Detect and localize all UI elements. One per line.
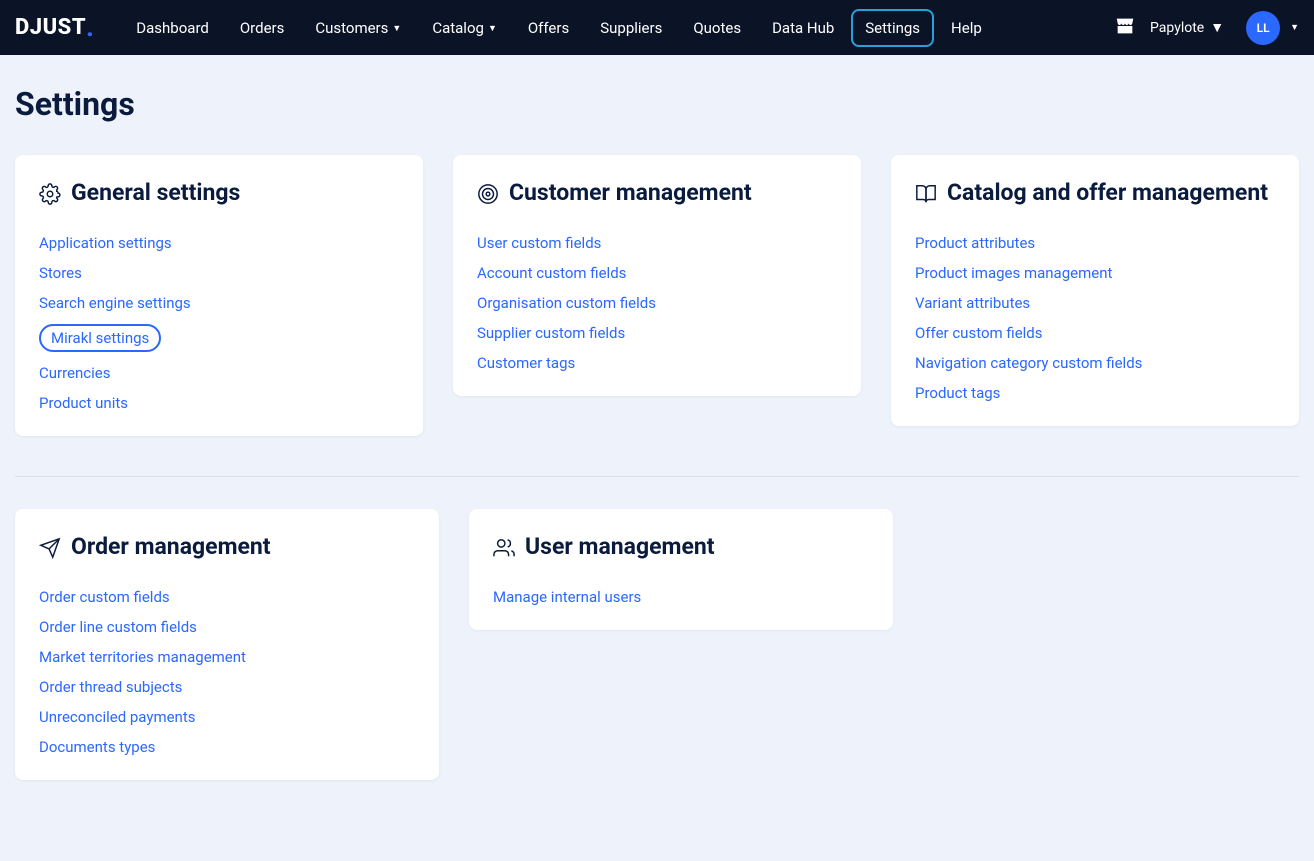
chevron-down-icon: ▼ [392,23,401,34]
settings-link-order-custom-fields[interactable]: Order custom fields [39,588,170,606]
nav-label: Catalog [432,19,484,37]
card-links: Manage internal users [493,588,869,606]
settings-link-market-territories-management[interactable]: Market territories management [39,648,246,666]
card-title: User management [525,533,715,562]
settings-card-customer-management: Customer management User custom fields Acc… [453,155,861,396]
nav-label: Offers [528,19,569,37]
card-title: General settings [71,179,240,208]
settings-link-search-engine-settings[interactable]: Search engine settings [39,294,191,312]
card-header: Catalog and offer management [915,179,1275,208]
settings-link-offer-custom-fields[interactable]: Offer custom fields [915,324,1043,342]
logo[interactable]: DJUST. [15,13,94,43]
settings-link-product-images-management[interactable]: Product images management [915,264,1112,282]
settings-link-supplier-custom-fields[interactable]: Supplier custom fields [477,324,625,342]
chevron-down-icon: ▼ [488,23,497,34]
nav-help[interactable]: Help [937,9,996,47]
gear-icon [39,183,61,205]
settings-link-unreconciled-payments[interactable]: Unreconciled payments [39,708,196,726]
company-name: Papylote [1150,20,1204,36]
settings-link-stores[interactable]: Stores [39,264,82,282]
logo-text: DJUST [15,15,86,40]
settings-link-product-units[interactable]: Product units [39,394,128,412]
nav-customers[interactable]: Customers ▼ [301,9,415,47]
card-links: User custom fields Account custom fields O… [477,234,837,372]
nav-label: Customers [315,19,388,37]
nav-offers[interactable]: Offers [514,9,583,47]
top-nav: DJUST. Dashboard Orders Customers ▼ Catalog ▼… [0,0,1314,55]
settings-link-product-attributes[interactable]: Product attributes [915,234,1035,252]
settings-card-order-management: Order managementOrder custom fieldsOrder… [15,509,439,780]
nav-label: Orders [240,19,285,37]
avatar-initials: LL [1257,21,1270,35]
settings-card-user-management: User management Manage internal users [469,509,893,630]
send-icon [39,537,61,559]
settings-link-mirakl-settings[interactable]: Mirakl settings [39,324,161,352]
nav-items: Dashboard Orders Customers ▼ Catalog ▼ Offers S… [122,9,995,47]
settings-link-account-custom-fields[interactable]: Account custom fields [477,264,626,282]
store-icon[interactable] [1114,15,1136,41]
page-title: Settings [15,85,1299,123]
nav-right: Papylote ▼ LL ▼ [1114,11,1299,45]
company-dropdown[interactable]: Papylote ▼ [1142,19,1232,36]
settings-link-currencies[interactable]: Currencies [39,364,111,382]
chevron-down-icon: ▼ [1210,19,1224,36]
nav-label: Data Hub [772,19,834,37]
nav-label: Quotes [693,19,741,37]
card-header: General settings [39,179,399,208]
settings-link-customer-tags[interactable]: Customer tags [477,354,575,372]
book-icon [915,183,937,205]
nav-orders[interactable]: Orders [226,9,299,47]
nav-label: Suppliers [600,19,662,37]
users-icon [493,537,515,559]
avatar[interactable]: LL [1246,11,1280,45]
card-title: Customer management [509,179,752,208]
settings-link-organisation-custom-fields[interactable]: Organisation custom fields [477,294,656,312]
nav-dashboard[interactable]: Dashboard [122,9,223,47]
settings-link-variant-attributes[interactable]: Variant attributes [915,294,1030,312]
card-links: Application settings Stores Search engine … [39,234,399,412]
nav-data-hub[interactable]: Data Hub [758,9,848,47]
nav-label: Settings [865,19,920,37]
nav-label: Dashboard [136,19,209,37]
nav-settings[interactable]: Settings [851,9,934,47]
nav-suppliers[interactable]: Suppliers [586,9,676,47]
card-header: User management [493,533,869,562]
settings-link-application-settings[interactable]: Application settings [39,234,172,252]
settings-link-navigation-category-custom-fields[interactable]: Navigation category custom fields [915,354,1142,372]
nav-label: Help [951,19,982,37]
settings-link-user-custom-fields[interactable]: User custom fields [477,234,601,252]
settings-card-general-settings: General settings Application settings Stor… [15,155,423,436]
settings-link-order-line-custom-fields[interactable]: Order line custom fields [39,618,197,636]
card-title: Order management [71,533,271,562]
nav-catalog[interactable]: Catalog ▼ [418,9,511,47]
card-title: Catalog and offer management [947,179,1268,208]
card-links: Order custom fields Order line custom fie… [39,588,415,756]
nav-quotes[interactable]: Quotes [679,9,755,47]
cards-row-1: General settings Application settings Stor… [15,155,1299,436]
user-menu-toggle[interactable]: ▼ [1290,22,1299,33]
settings-card-catalog-and-offer-management: Catalog and offer management Product attr… [891,155,1299,426]
target-icon [477,183,499,205]
settings-link-documents-types[interactable]: Documents types [39,738,155,756]
content: Settings General settings Application set… [0,55,1314,850]
card-links: Product attributes Product images managem… [915,234,1275,402]
cards-row-2: Order managementOrder custom fieldsOrder… [15,509,1299,780]
logo-dot: . [86,13,94,43]
settings-link-manage-internal-users[interactable]: Manage internal users [493,588,641,606]
card-header: Order management [39,533,415,562]
settings-link-product-tags[interactable]: Product tags [915,384,1000,402]
settings-link-order-thread-subjects[interactable]: Order thread subjects [39,678,182,696]
section-divider [15,476,1299,477]
card-header: Customer management [477,179,837,208]
